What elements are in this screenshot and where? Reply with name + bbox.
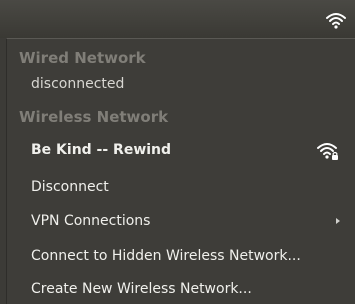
wireless-network-item[interactable]: Be Kind -- Rewind [7,134,350,166]
disconnect-label: Disconnect [31,179,109,195]
wireless-network-header: Wireless Network [19,108,169,126]
connect-hidden-network-label: Connect to Hidden Wireless Network... [31,248,301,264]
vpn-connections-menu-item[interactable]: VPN Connections [7,205,350,237]
disconnect-menu-item[interactable]: Disconnect [7,171,350,203]
connect-hidden-network-menu-item[interactable]: Connect to Hidden Wireless Network... [7,240,350,272]
network-menu: Wired Network disconnected Wireless Netw… [6,38,355,304]
top-panel [0,0,355,38]
submenu-arrow-icon [336,218,340,224]
wifi-icon[interactable] [325,10,347,30]
create-new-network-menu-item[interactable]: Create New Wireless Network... [7,273,350,304]
wireless-network-name: Be Kind -- Rewind [31,142,172,158]
wired-network-header: Wired Network [19,49,146,67]
wifi-secure-icon [317,143,338,160]
create-new-network-label: Create New Wireless Network... [31,281,252,297]
vpn-connections-label: VPN Connections [31,213,151,229]
wired-network-status: disconnected [31,76,125,92]
